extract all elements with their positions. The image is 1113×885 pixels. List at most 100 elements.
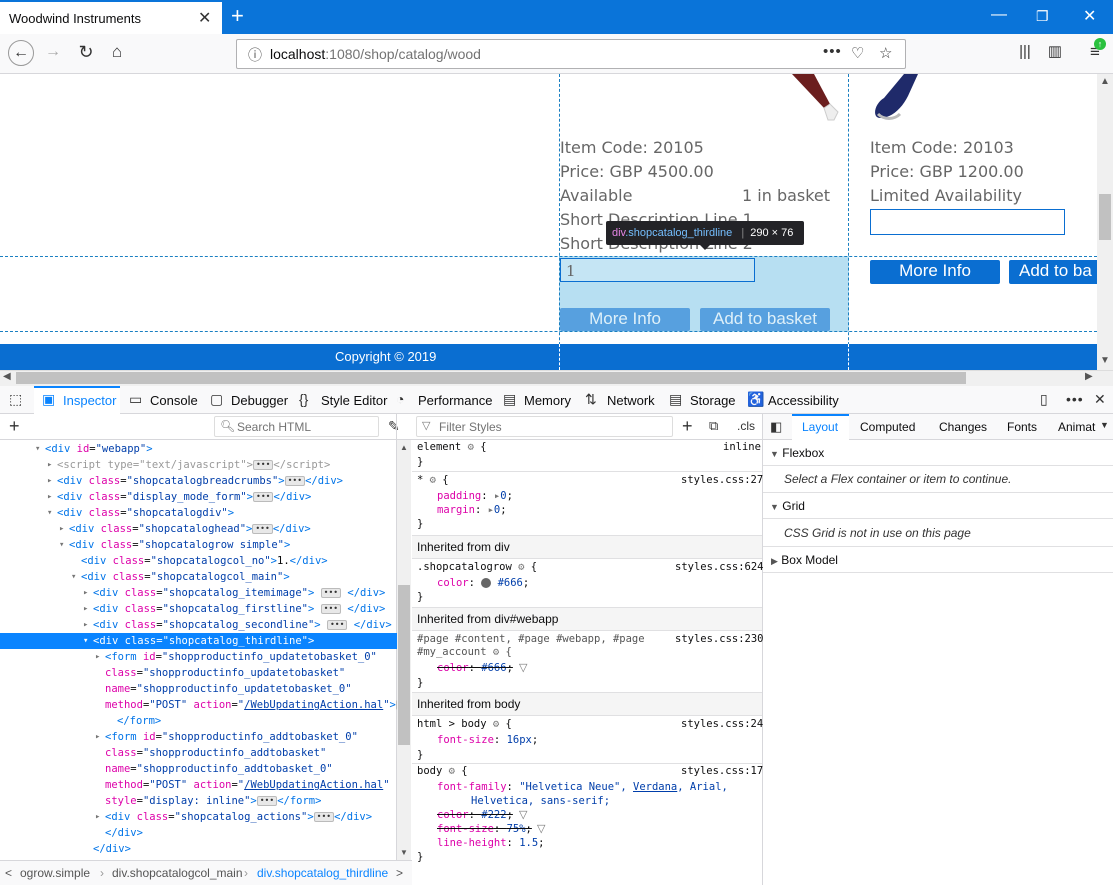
close-devtools-icon[interactable]: ✕ [1094, 391, 1106, 408]
library-icon[interactable]: ||| [1012, 40, 1038, 66]
tab-debugger[interactable]: Debugger [231, 393, 288, 408]
reload-icon[interactable]: ↻ [73, 40, 99, 66]
tab-layout-label[interactable]: Layout [802, 420, 838, 434]
tab-accessibility[interactable]: Accessibility [768, 393, 839, 408]
vertical-scrollbar-thumb[interactable] [1099, 194, 1111, 240]
markup-node-line[interactable]: ▸ <div class="shopcataloghead"> ••• </div> [0, 521, 397, 537]
tab-changes[interactable]: Changes [939, 420, 987, 434]
markup-node-line[interactable]: ▸ <script type="text/javascript"> ••• </scr… [0, 457, 397, 473]
item2-add-to-basket-button[interactable]: Add to ba [1009, 260, 1097, 284]
tab-style-editor[interactable]: Style Editor [321, 393, 387, 408]
markup-node-line[interactable]: method="POST" action="/WebUpdatingAction… [0, 697, 397, 713]
markup-node-line[interactable]: ▾ <div class="shopcatalogrow simple"> [0, 537, 397, 553]
markup-node-line[interactable]: ▸ <div class="shopcatalog_itemimage"> •••… [0, 585, 397, 601]
url-text[interactable]: localhost:1080/shop/catalog/wood [270, 46, 481, 62]
markup-scroll-down-icon[interactable]: ▼ [400, 848, 408, 857]
toggle-sidebar-icon[interactable]: ◧ [770, 419, 782, 435]
markup-scroll-up-icon[interactable]: ▲ [400, 443, 408, 452]
new-tab-icon[interactable]: + [231, 3, 244, 29]
scroll-right-icon[interactable]: ▶ [1085, 371, 1093, 382]
twisty-icon[interactable]: ▾ [47, 505, 52, 521]
horizontal-scrollbar-thumb[interactable] [16, 372, 966, 384]
tab-console[interactable]: Console [150, 393, 198, 408]
tabs-overflow-icon[interactable]: ▼ [1100, 420, 1109, 430]
twisty-icon[interactable]: ▸ [47, 457, 52, 473]
item1-quantity-input[interactable]: 1 [560, 258, 755, 282]
pseudo-class-icon[interactable]: ⧉ [709, 418, 718, 434]
scroll-left-icon[interactable]: ◀ [3, 371, 11, 382]
markup-node-line[interactable]: ▸ <div class="shopcatalog_firstline"> •••… [0, 601, 397, 617]
tab-memory[interactable]: Memory [524, 393, 571, 408]
rule-source[interactable]: inline [723, 441, 761, 453]
responsive-design-icon[interactable]: ▯ [1040, 391, 1048, 408]
twisty-icon[interactable]: ▾ [35, 441, 40, 457]
markup-node-line[interactable]: ▸ <form id="shopproductinfo_addtobasket_0… [0, 729, 397, 745]
breadcrumb-item-selected[interactable]: div.shopcatalog_thirdline [257, 866, 388, 880]
minimize-icon[interactable]: — [991, 6, 1007, 24]
filter-styles-input[interactable]: ▽ Filter Styles [416, 416, 673, 437]
tab-network[interactable]: Network [607, 393, 655, 408]
forward-icon[interactable]: → [40, 40, 66, 66]
rule-declaration-overridden[interactable]: color: #222; [437, 809, 513, 821]
tab-storage[interactable]: Storage [690, 393, 736, 408]
rule-source[interactable]: styles.css:624 [675, 561, 764, 573]
markup-node-line[interactable]: method="POST" action="/WebUpdatingAction… [0, 777, 397, 793]
scroll-up-icon[interactable]: ▲ [1100, 76, 1110, 87]
filter-icon[interactable]: ▽ [519, 661, 527, 674]
markup-node-line[interactable]: name="shopproductinfo_updatetobasket_0" [0, 681, 397, 697]
markup-node-line[interactable]: </div> [0, 825, 397, 841]
rule-source[interactable]: styles.css:17 [681, 765, 763, 777]
home-icon[interactable]: ⌂ [104, 40, 130, 66]
twisty-icon[interactable]: ▾ [83, 633, 88, 649]
close-tab-icon[interactable]: ✕ [198, 8, 211, 28]
markup-node-line[interactable]: <div class="shopcatalogcol_no">1.</div> [0, 553, 397, 569]
rule-declaration[interactable]: font-family: "Helvetica Neue", Verdana, … [437, 781, 728, 793]
twisty-icon[interactable]: ▾ [71, 569, 76, 585]
add-rule-icon[interactable]: + [682, 416, 693, 437]
twisty-icon[interactable]: ▸ [59, 521, 64, 537]
devtools-options-icon[interactable]: ••• [1066, 391, 1084, 407]
scroll-down-icon[interactable]: ▼ [1100, 355, 1110, 366]
markup-scrollbar-thumb[interactable] [398, 585, 410, 745]
tab-computed[interactable]: Computed [860, 420, 915, 434]
twisty-icon[interactable]: ▸ [83, 617, 88, 633]
tab-fonts[interactable]: Fonts [1007, 420, 1037, 434]
markup-node-line[interactable]: ▸ <div class="display_mode_form"> ••• </div… [0, 489, 397, 505]
tab-inspector-label[interactable]: Inspector [63, 393, 116, 408]
cls-toggle[interactable]: .cls [737, 419, 755, 433]
browser-tab[interactable]: Woodwind Instruments ✕ [0, 0, 222, 34]
restore-icon[interactable]: ❐ [1036, 8, 1049, 25]
tab-performance[interactable]: Performance [418, 393, 492, 408]
markup-node-line[interactable]: ▸ <div class="shopcatalog_actions"> ••• </d… [0, 809, 397, 825]
flexbox-section[interactable]: ▼ Flexbox [763, 440, 1113, 466]
twisty-icon[interactable]: ▸ [83, 585, 88, 601]
rule-declaration[interactable]: padding: ▸0; [437, 490, 513, 502]
markup-node-line[interactable]: class="shopproductinfo_updatetobasket" [0, 665, 397, 681]
rule-declaration[interactable]: margin: ▸0; [437, 504, 507, 516]
markup-node-line[interactable]: ▾ <div class="shopcatalogcol_main"> [0, 569, 397, 585]
box-model-section[interactable]: ▶ Box Model [763, 547, 1113, 573]
markup-node-line[interactable]: ▸ <form id="shopproductinfo_updatetobaske… [0, 649, 397, 665]
markup-node-line[interactable]: style="display: inline"> ••• </form> [0, 793, 397, 809]
twisty-icon[interactable]: ▸ [95, 809, 100, 825]
grid-section[interactable]: ▼ Grid [763, 493, 1113, 519]
markup-node-line[interactable]: class="shopproductinfo_addtobasket" [0, 745, 397, 761]
twisty-icon[interactable]: ▸ [47, 473, 52, 489]
rule-source[interactable]: styles.css:27 [681, 474, 763, 486]
markup-node-line[interactable]: ▸ <div class="shopcatalogbreadcrumbs"> •••… [0, 473, 397, 489]
breadcrumb-item[interactable]: div.shopcatalogcol_main [112, 866, 243, 880]
markup-node-line-selected[interactable]: ▾ <div class="shopcatalog_thirdline"> [0, 633, 397, 649]
tab-animations[interactable]: Animat [1058, 420, 1095, 434]
markup-node-line[interactable]: name="shopproductinfo_addtobasket_0" [0, 761, 397, 777]
twisty-icon[interactable]: ▸ [95, 729, 100, 745]
url-bar[interactable]: ⓘ localhost:1080/shop/catalog/wood ••• ♡… [236, 39, 906, 69]
rule-declaration-overridden[interactable]: color: #666; [437, 662, 513, 674]
rule-source[interactable]: styles.css:230 [675, 633, 764, 645]
site-info-icon[interactable]: ⓘ [248, 45, 262, 65]
breadcrumb-left-icon[interactable]: < [5, 866, 12, 880]
sidebar-icon[interactable]: ▥ [1042, 40, 1068, 66]
twisty-icon[interactable]: ▸ [47, 489, 52, 505]
element-picker-icon[interactable]: ⬚ [9, 391, 22, 408]
rule-source[interactable]: styles.css:24 [681, 718, 763, 730]
markup-node-line[interactable]: ▾ <div id="webapp"> [0, 441, 397, 457]
